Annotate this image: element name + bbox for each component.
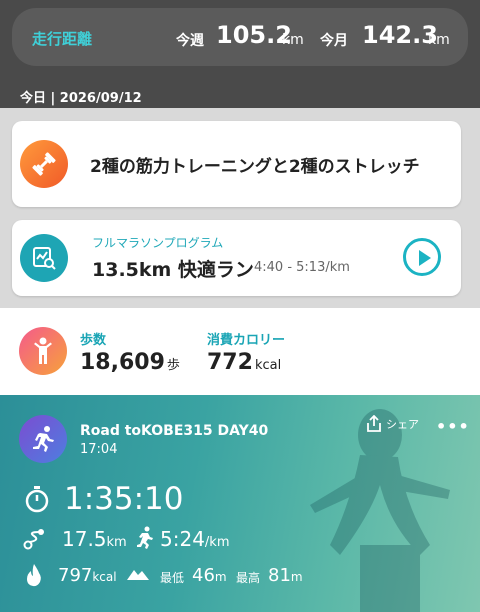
running-icon: [19, 415, 67, 463]
program-card[interactable]: フルマラソンプログラム 13.5km 快適ラン 4:40 - 5:13/km: [12, 220, 461, 296]
steps-value: 18,609 歩: [80, 350, 180, 375]
play-icon[interactable]: [403, 238, 441, 276]
max-elevation-label: 最高: [236, 571, 261, 585]
week-value: 105.2: [216, 21, 292, 49]
activity-card[interactable]: Road toKOBE315 DAY40 17:04 シェア ••• 1:35:…: [0, 395, 480, 612]
workout-card[interactable]: 2種の筋力トレーニングと2種のストレッチ: [12, 121, 461, 207]
person-icon: [19, 327, 67, 375]
month-value: 142.3: [362, 21, 438, 49]
steps-label: 歩数: [80, 333, 107, 348]
activity-pace: 5:24/km: [160, 527, 230, 551]
program-pace: 4:40 - 5:13/km: [254, 260, 350, 275]
distance-title: 走行距離: [32, 30, 93, 48]
activity-distance: 17.5km: [62, 527, 127, 551]
activity-duration: 1:35:10: [64, 481, 184, 517]
activity-calories: 797kcal: [58, 565, 117, 586]
month-unit: km: [428, 32, 450, 48]
share-button[interactable]: シェア: [366, 415, 419, 433]
week-label: 今週: [176, 33, 204, 49]
workout-title: 2種の筋力トレーニングと2種のストレッチ: [90, 157, 420, 177]
calories-label: 消費カロリー: [207, 333, 286, 348]
more-options-icon[interactable]: •••: [436, 417, 470, 436]
pace-runner-icon: [137, 526, 153, 549]
activity-time: 17:04: [80, 442, 118, 457]
program-chart-icon: [20, 234, 68, 282]
week-unit: km: [282, 32, 304, 48]
stopwatch-icon: [25, 486, 49, 513]
today-date: 今日 | 2026/09/12: [20, 91, 142, 106]
elevation-icon: [127, 570, 149, 580]
route-icon: [23, 529, 44, 550]
program-label: フルマラソンプログラム: [92, 236, 224, 250]
dumbbell-icon: [20, 140, 68, 188]
flame-icon: [27, 564, 41, 587]
activity-title: Road toKOBE315 DAY40: [80, 423, 269, 439]
max-elevation-value: 81m: [268, 565, 303, 586]
share-icon: [367, 415, 381, 432]
daily-stats: 歩数 18,609 歩 消費カロリー 772 kcal: [0, 308, 480, 395]
calories-value: 772 kcal: [207, 350, 282, 375]
distance-summary-card[interactable]: 走行距離 今週 105.2 km 今月 142.3 km: [12, 8, 468, 66]
min-elevation-label: 最低: [160, 571, 185, 585]
month-label: 今月: [320, 33, 348, 49]
program-main: 13.5km 快適ラン: [92, 259, 254, 281]
share-label: シェア: [386, 418, 419, 431]
min-elevation-value: 46m: [192, 565, 227, 586]
